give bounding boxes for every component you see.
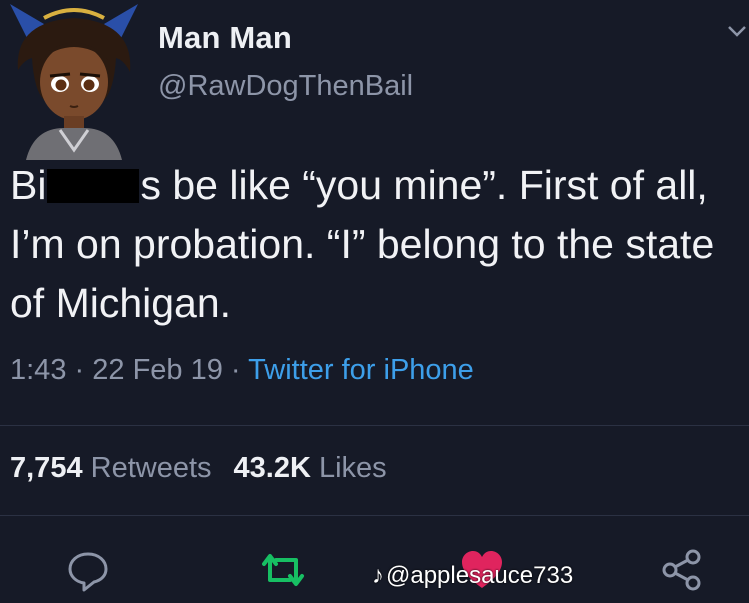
likes-stat[interactable]: 43.2K Likes <box>234 452 387 484</box>
redaction-bar <box>47 169 140 203</box>
retweets-stat[interactable]: 7,754 Retweets <box>10 452 212 484</box>
share-icon[interactable] <box>660 548 704 592</box>
retweets-label: Retweets <box>90 452 212 484</box>
tweet-card: Man Man @RawDogThenBail Bi s be like “you… <box>0 0 749 603</box>
avatar[interactable] <box>4 0 144 160</box>
retweets-count: 7,754 <box>10 452 83 484</box>
tiktok-logo-icon: ♪ <box>372 562 384 589</box>
divider <box>0 425 749 426</box>
display-name[interactable]: Man Man <box>158 20 292 56</box>
tiktok-watermark: ♪@applesauce733 <box>372 562 573 590</box>
meta-separator: · <box>230 354 241 386</box>
chevron-down-icon[interactable] <box>727 22 747 40</box>
divider <box>0 515 749 516</box>
tweet-time: 1:43 <box>10 354 67 386</box>
tweet-text-part1: Bi <box>10 162 47 208</box>
retweet-icon[interactable] <box>258 548 308 592</box>
reply-icon[interactable] <box>66 548 110 592</box>
watermark-handle: @applesauce733 <box>386 562 574 589</box>
tweet-source-link[interactable]: Twitter for iPhone <box>248 354 474 386</box>
engagement-stats: 7,754 Retweets 43.2K Likes <box>10 452 387 485</box>
likes-label: Likes <box>318 452 387 484</box>
tweet-text: Bi s be like “you mine”. First of all, I’… <box>10 156 745 333</box>
tweet-metadata: 1:43 · 22 Feb 19 · Twitter for iPhone <box>10 354 474 387</box>
user-handle[interactable]: @RawDogThenBail <box>158 70 413 103</box>
tweet-date[interactable]: 22 Feb 19 <box>92 354 223 386</box>
likes-count: 43.2K <box>233 452 311 484</box>
meta-separator: · <box>74 354 85 386</box>
